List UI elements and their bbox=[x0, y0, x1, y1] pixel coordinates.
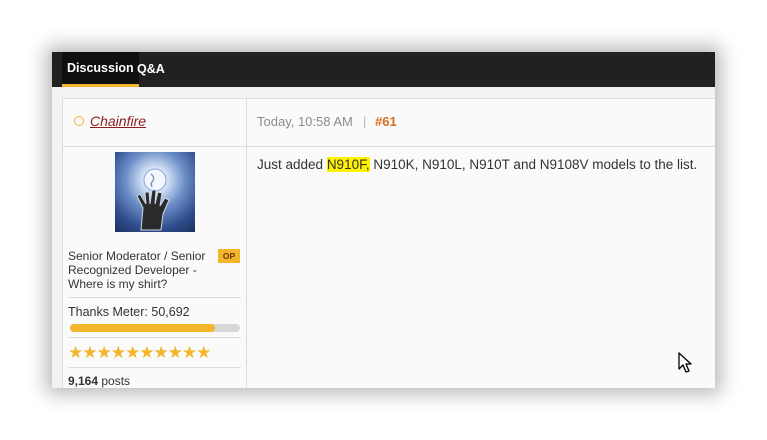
forum-window: Discussion Q&A Chainfire Senior Moderato… bbox=[52, 52, 715, 388]
tab-bar: Discussion Q&A bbox=[52, 52, 715, 87]
user-title: Senior Moderator / Senior Recognized Dev… bbox=[68, 249, 206, 291]
username-link[interactable]: Chainfire bbox=[90, 113, 146, 129]
content-suffix: N910K, N910L, N910T and N9108V models to… bbox=[369, 157, 698, 172]
tab-discussion[interactable]: Discussion bbox=[62, 52, 139, 87]
post-panel: Chainfire Senior Moderator / Senior Reco… bbox=[62, 98, 715, 388]
thanks-meter-bar bbox=[70, 324, 240, 332]
mouse-pointer-icon bbox=[678, 352, 692, 373]
tab-qa[interactable]: Q&A bbox=[132, 52, 170, 87]
content-prefix: Just added bbox=[257, 157, 327, 172]
post-content: Just added N910F, N910K, N910L, N910T an… bbox=[257, 157, 697, 172]
rating-stars: ★★★★★★★★★★ bbox=[68, 343, 211, 362]
divider bbox=[68, 367, 241, 368]
user-sidebar: Chainfire Senior Moderator / Senior Reco… bbox=[63, 99, 247, 388]
highlighted-text: N910F, bbox=[326, 157, 370, 172]
avatar[interactable] bbox=[115, 152, 195, 232]
thanks-meter-label: Thanks Meter: 50,692 bbox=[68, 305, 190, 319]
post-count: 9,164 posts bbox=[68, 374, 130, 388]
post-count-value: 9,164 bbox=[68, 374, 99, 388]
post-separator: | bbox=[363, 114, 367, 129]
divider bbox=[68, 297, 241, 298]
post-count-label: posts bbox=[98, 374, 131, 388]
online-status-icon bbox=[74, 116, 84, 126]
hand-globe-avatar bbox=[136, 168, 170, 231]
post-date: Today, 10:58 AM bbox=[257, 114, 353, 129]
thanks-meter-fill bbox=[70, 324, 215, 332]
divider bbox=[68, 337, 241, 338]
op-badge: OP bbox=[218, 249, 240, 263]
post-number-link[interactable]: #61 bbox=[375, 114, 397, 129]
